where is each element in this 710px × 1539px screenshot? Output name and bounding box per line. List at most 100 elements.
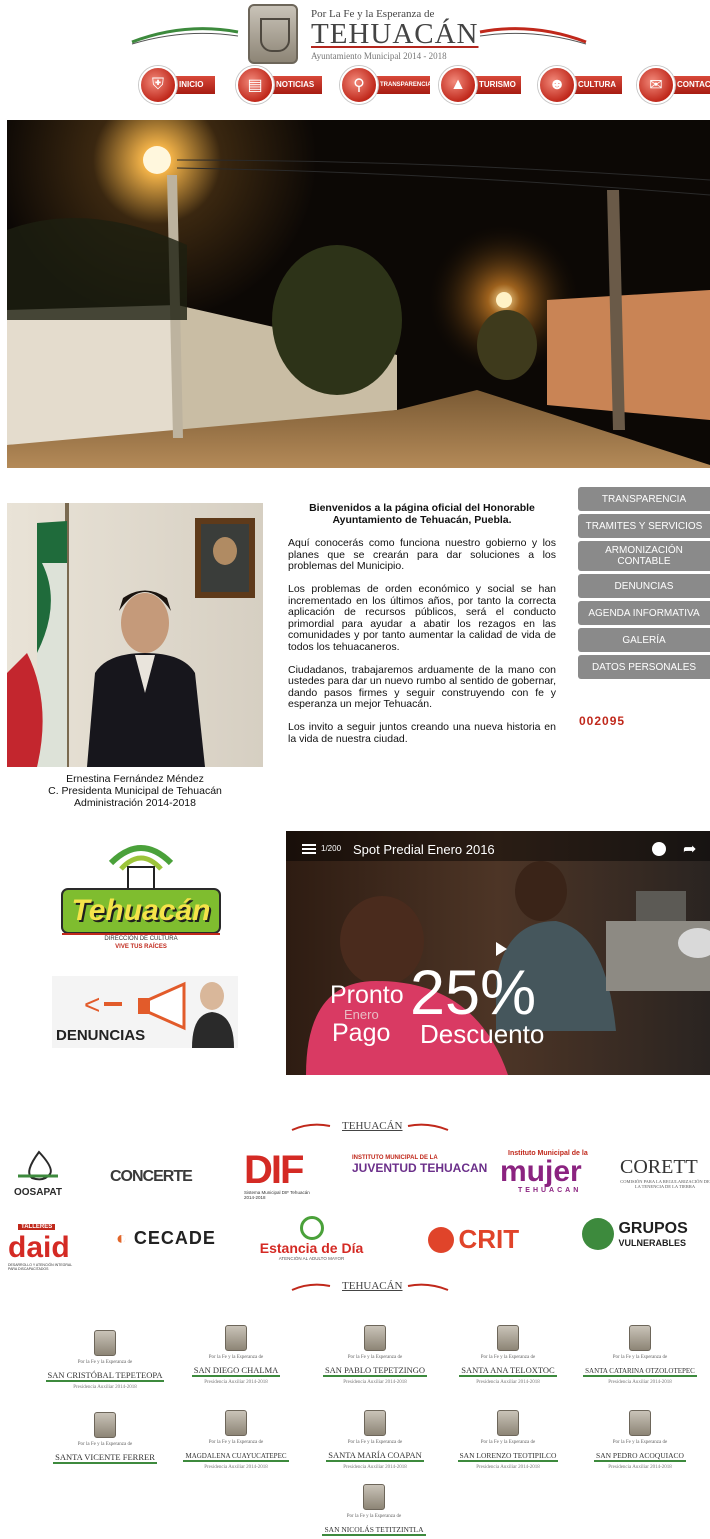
- partner-dif[interactable]: DIF Sistema Municipal DIF Tehuacán 2014-…: [244, 1150, 314, 1202]
- junta-san-lorenzo-teotipilco[interactable]: Por la Fe y la Esperanza de SAN LORENZO …: [448, 1410, 568, 1480]
- svg-text:<: <: [84, 989, 100, 1020]
- partner-juventud[interactable]: INSTITUTO MUNICIPAL DE LA JUVENTUD TEHUA…: [352, 1155, 487, 1175]
- menu-armonizacion-contable[interactable]: ARMONIZACIÓN CONTABLE: [578, 541, 710, 571]
- partner-oosapat-name: OOSAPAT: [14, 1187, 62, 1198]
- brand-city-name[interactable]: TEHUACÁN: [311, 18, 479, 51]
- magnifier-icon: ⚲: [340, 66, 378, 104]
- coat-of-arms-icon: [629, 1410, 651, 1436]
- cultura-line1: DIRECCIÓN DE CULTURA: [104, 936, 178, 942]
- coat-of-arms-icon: [94, 1330, 116, 1356]
- welcome-title: Bienvenidos a la página oficial del Hono…: [309, 502, 535, 526]
- mayor-caption: Ernestina Fernández Méndez C. Presidenta…: [7, 773, 263, 809]
- junta-magdalena-cuayucatepec[interactable]: Por la Fe y la Esperanza de MAGDALENA CU…: [176, 1410, 296, 1480]
- junta-santa-maria-coapan[interactable]: Por la Fe y la Esperanza de SANTA MARÍA …: [315, 1410, 435, 1480]
- grupos-people-icon: [582, 1218, 614, 1250]
- coat-of-arms-icon: [629, 1325, 651, 1351]
- small-brand-city: TEHUACÁN: [342, 1280, 403, 1292]
- junta-name: SANTA ANA TELOXTOC: [459, 1365, 557, 1377]
- site-header: Por La Fe y la Esperanza de TEHUACÁN Ayu…: [0, 0, 710, 110]
- partner-dif-caption: Sistema Municipal DIF Tehuacán 2014-2018: [244, 1190, 310, 1200]
- partner-grupos-vulnerables[interactable]: GRUPOS VULNERABLES: [582, 1218, 710, 1250]
- video-player[interactable]: 1/200 Spot Predial Enero 2016 ➦ Pronto E…: [286, 831, 710, 1075]
- coat-of-arms-icon: [497, 1325, 519, 1351]
- junta-san-diego-chalma[interactable]: Por la Fe y la Esperanza de SAN DIEGO CH…: [176, 1325, 296, 1395]
- cultura-logo-link[interactable]: Tehuacán DIRECCIÓN DE CULTURA VIVE TUS R…: [58, 843, 224, 953]
- play-button-icon[interactable]: [496, 942, 507, 956]
- video-title[interactable]: Spot Predial Enero 2016: [353, 842, 495, 857]
- denuncias-banner-label: DENUNCIAS: [56, 1027, 146, 1044]
- welcome-text: Bienvenidos a la página oficial del Hono…: [288, 502, 556, 756]
- playlist-icon[interactable]: [302, 844, 316, 846]
- junta-motto: Por la Fe y la Esperanza de: [347, 1440, 403, 1445]
- menu-transparencia[interactable]: TRANSPARENCIA: [578, 487, 710, 511]
- junta-name: SAN DIEGO CHALMA: [191, 1365, 281, 1377]
- watch-later-clock-icon[interactable]: [652, 842, 666, 856]
- partner-daid-name: daid: [8, 1231, 70, 1264]
- junta-santa-ana-teloxtoc[interactable]: Por la Fe y la Esperanza de SANTA ANA TE…: [448, 1325, 568, 1395]
- oosapat-drop-icon: [18, 1150, 58, 1181]
- menu-tramites-y-servicios[interactable]: TRAMITES Y SERVICIOS: [578, 514, 710, 538]
- junta-period: Presidencia Auxiliar 2014-2018: [204, 1380, 268, 1385]
- partner-mujer-bottom: TEHUACAN: [518, 1187, 582, 1194]
- menu-agenda-informativa[interactable]: AGENDA INFORMATIVA: [578, 601, 710, 625]
- welcome-paragraph: Los invito a seguir juntos creando una n…: [288, 720, 556, 745]
- partner-oosapat[interactable]: OOSAPAT: [14, 1150, 64, 1200]
- mayor-name: Ernestina Fernández Méndez: [66, 773, 204, 785]
- partner-daid-top: TALLERES: [18, 1224, 56, 1230]
- coat-of-arms-icon: [225, 1325, 247, 1351]
- partner-crit[interactable]: CRIT: [428, 1224, 519, 1255]
- nav-transparencia[interactable]: ⚲ TRANSPARENCIA: [340, 66, 432, 104]
- tehuacan-coat-of-arms-logo[interactable]: [248, 4, 298, 64]
- junta-period: Presidencia Auxiliar 2014-2018: [343, 1380, 407, 1385]
- partner-estancia[interactable]: Estancia de Día ATENCIÓN AL ADULTO MAYOR: [254, 1216, 369, 1261]
- junta-santa-catarina[interactable]: Por la Fe y la Esperanza de SANTA CATARI…: [580, 1325, 700, 1395]
- junta-san-pedro-acoquiaco[interactable]: Por la Fe y la Esperanza de SAN PEDRO AC…: [580, 1410, 700, 1480]
- nav-contacto[interactable]: ✉ CONTACTO: [637, 66, 710, 104]
- coat-of-arms-icon: [497, 1410, 519, 1436]
- junta-motto: Por la Fe y la Esperanza de: [77, 1360, 133, 1365]
- visit-counter: 002095: [579, 714, 626, 728]
- menu-datos-personales[interactable]: DATOS PERSONALES: [578, 655, 710, 679]
- denuncias-banner-link[interactable]: < DENUNCIAS: [52, 976, 238, 1048]
- partner-daid[interactable]: TALLERES daid DESARROLLO Y ATENCIÓN INTE…: [8, 1215, 78, 1271]
- decorative-swoosh-left: [131, 27, 239, 45]
- partner-corett-name: CORETT: [620, 1156, 698, 1178]
- envelope-icon: ✉: [637, 66, 675, 104]
- junta-santa-vicente-ferrer[interactable]: Por la Fe y la Esperanza de SANTA VICENT…: [45, 1412, 165, 1482]
- partner-daid-caption: DESARROLLO Y ATENCIÓN INTEGRAL PARA DISC…: [8, 1263, 73, 1271]
- cecade-arc-icon: ◐: [116, 1228, 128, 1248]
- junta-motto: Por la Fe y la Esperanza de: [77, 1442, 133, 1447]
- nav-noticias[interactable]: ▤ NOTICIAS: [236, 66, 324, 104]
- tehuacan-small-brand-2: TEHUACÁN: [290, 1276, 450, 1298]
- nav-cultura[interactable]: ☻ CULTURA: [538, 66, 624, 104]
- menu-galeria[interactable]: GALERÍA: [578, 628, 710, 652]
- junta-san-nicolas-tetitzintla[interactable]: Por la Fe y la Esperanza de SAN NICOLÁS …: [314, 1484, 434, 1539]
- junta-name: SAN CRISTÓBAL TEPETEOPA: [45, 1370, 165, 1382]
- junta-period: Presidencia Auxiliar 2014-2018: [608, 1380, 672, 1385]
- junta-name: SAN PABLO TEPETZINGO: [322, 1365, 428, 1377]
- partner-grupos-line2: VULNERABLES: [618, 1238, 686, 1248]
- junta-period: Presidencia Auxiliar 2014-2018: [343, 1465, 407, 1470]
- partner-estancia-name: Estancia de Día: [259, 1240, 364, 1256]
- partner-dif-name: DIF: [244, 1148, 304, 1192]
- junta-name: SANTA MARÍA COAPAN: [326, 1450, 424, 1462]
- junta-period: Presidencia Auxiliar 2014-2018: [476, 1465, 540, 1470]
- partner-mujer[interactable]: Instituto Municipal de la mujer TEHUACAN: [488, 1150, 598, 1194]
- partner-cecade[interactable]: ◐ CECADE: [116, 1228, 216, 1249]
- partner-corett[interactable]: CORETT COMISIÓN PARA LA REGULARIZACIÓN D…: [620, 1156, 710, 1189]
- junta-motto: Por la Fe y la Esperanza de: [612, 1355, 668, 1360]
- mask-icon: ☻: [538, 66, 576, 104]
- nav-turismo[interactable]: ▲ TURISMO: [439, 66, 521, 104]
- overlay-pago: Pago: [332, 1019, 391, 1047]
- coat-of-arms-icon: [363, 1484, 385, 1510]
- share-arrow-icon[interactable]: ➦: [683, 839, 696, 859]
- menu-denuncias[interactable]: DENUNCIAS: [578, 574, 710, 598]
- junta-motto: Por la Fe y la Esperanza de: [480, 1440, 536, 1445]
- welcome-paragraph: Aquí conocerás como funciona nuestro gob…: [288, 537, 556, 573]
- nav-inicio[interactable]: ⛨ INICIO: [139, 66, 219, 104]
- partner-mujer-name: mujer: [500, 1155, 582, 1188]
- partner-estancia-caption: ATENCIÓN AL ADULTO MAYOR: [278, 1256, 345, 1261]
- partner-concerte[interactable]: CONCERTE: [110, 1168, 193, 1186]
- junta-san-pablo-tepetzingo[interactable]: Por la Fe y la Esperanza de SAN PABLO TE…: [315, 1325, 435, 1395]
- junta-san-cristobal[interactable]: Por la Fe y la Esperanza de SAN CRISTÓBA…: [45, 1330, 165, 1400]
